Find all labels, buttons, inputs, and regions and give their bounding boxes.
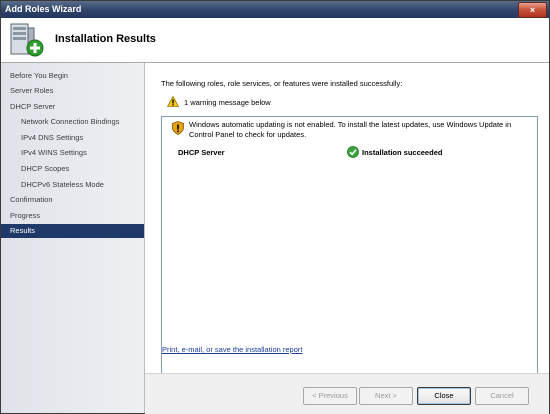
warning-icon: [167, 96, 179, 107]
page-title: Installation Results: [55, 33, 156, 45]
wizard-footer: < Previous Next > Close Cancel: [145, 373, 549, 414]
sidebar-item-confirmation[interactable]: Confirmation: [1, 193, 144, 207]
sidebar-item-label: Before You Begin: [10, 71, 68, 80]
results-panel[interactable]: Windows automatic updating is not enable…: [161, 116, 538, 399]
wizard-header: Installation Results: [1, 18, 549, 63]
sidebar-item-label: DHCP Scopes: [21, 164, 70, 173]
title-bar[interactable]: Add Roles Wizard ×: [1, 1, 549, 18]
sidebar-item-dhcp-scopes[interactable]: DHCP Scopes: [1, 162, 144, 176]
sidebar-item-label: Server Roles: [10, 86, 54, 95]
sidebar-item-results[interactable]: Results: [1, 224, 144, 238]
sidebar-item-label: DHCP Server: [10, 102, 56, 111]
previous-button[interactable]: < Previous: [303, 387, 357, 405]
sidebar-item-label: Progress: [10, 211, 41, 220]
window-title: Add Roles Wizard: [5, 4, 82, 14]
sidebar-item-label: Confirmation: [10, 195, 53, 204]
sidebar-item-label: DHCPv6 Stateless Mode: [21, 180, 104, 189]
sidebar-item-ipv4-wins-settings[interactable]: IPv4 WINS Settings: [1, 146, 144, 160]
sidebar-item-network-connection-bindings[interactable]: Network Connection Bindings: [1, 115, 144, 129]
sidebar-item-label: IPv4 WINS Settings: [21, 148, 87, 157]
update-warning-message: Windows automatic updating is not enable…: [189, 120, 512, 139]
installation-report-link[interactable]: Print, e-mail, or save the installation …: [162, 345, 302, 354]
status-text: Installation succeeded: [362, 148, 443, 157]
sidebar-item-progress[interactable]: Progress: [1, 209, 144, 223]
sidebar-item-server-roles[interactable]: Server Roles: [1, 84, 144, 98]
server-add-icon: [10, 23, 44, 57]
sidebar-item-before-you-begin[interactable]: Before You Begin: [1, 69, 144, 83]
cancel-button[interactable]: Cancel: [475, 387, 529, 405]
next-button[interactable]: Next >: [359, 387, 413, 405]
wizard-sidebar: Before You Begin Server Roles DHCP Serve…: [1, 63, 145, 413]
intro-text: The following roles, role services, or f…: [161, 79, 403, 88]
window-close-button[interactable]: ×: [518, 2, 547, 18]
sidebar-item-dhcpv6-stateless-mode[interactable]: DHCPv6 Stateless Mode: [1, 178, 144, 192]
warning-summary-text: 1 warning message below: [184, 98, 271, 107]
wizard-window: Add Roles Wizard × Installation Results …: [0, 0, 550, 414]
close-button[interactable]: Close: [417, 387, 471, 405]
main-content: The following roles, role services, or f…: [145, 63, 549, 399]
close-icon: ×: [529, 5, 536, 15]
role-name: DHCP Server: [178, 148, 225, 157]
sidebar-item-ipv4-dns-settings[interactable]: IPv4 DNS Settings: [1, 131, 144, 145]
sidebar-item-label: Network Connection Bindings: [21, 117, 120, 126]
success-check-icon: [347, 146, 359, 158]
shield-warning-icon: [172, 121, 184, 135]
sidebar-item-label: Results: [10, 226, 36, 235]
sidebar-item-dhcp-server[interactable]: DHCP Server: [1, 100, 144, 114]
sidebar-item-label: IPv4 DNS Settings: [21, 133, 84, 142]
